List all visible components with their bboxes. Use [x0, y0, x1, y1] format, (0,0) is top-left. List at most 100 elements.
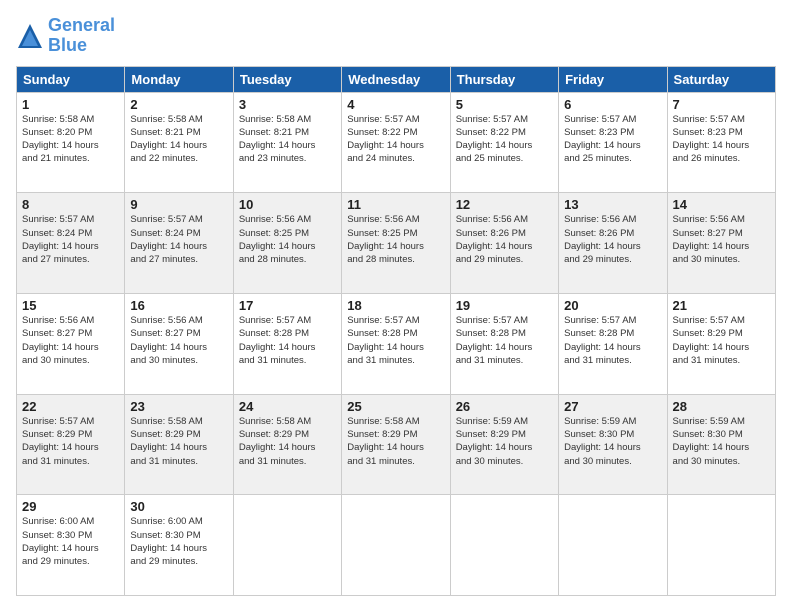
day-info: Sunrise: 5:56 AM Sunset: 8:27 PM Dayligh…	[22, 314, 119, 367]
day-info: Sunrise: 5:59 AM Sunset: 8:29 PM Dayligh…	[456, 415, 553, 468]
day-info: Sunrise: 6:00 AM Sunset: 8:30 PM Dayligh…	[130, 515, 227, 568]
calendar-cell: 14Sunrise: 5:56 AM Sunset: 8:27 PM Dayli…	[667, 193, 775, 294]
day-info: Sunrise: 5:57 AM Sunset: 8:29 PM Dayligh…	[673, 314, 770, 367]
logo-text: General Blue	[48, 16, 115, 56]
calendar-cell	[450, 495, 558, 596]
day-info: Sunrise: 5:58 AM Sunset: 8:21 PM Dayligh…	[239, 113, 336, 166]
day-number: 19	[456, 298, 553, 313]
day-info: Sunrise: 5:56 AM Sunset: 8:25 PM Dayligh…	[347, 213, 444, 266]
day-number: 25	[347, 399, 444, 414]
day-info: Sunrise: 5:57 AM Sunset: 8:23 PM Dayligh…	[673, 113, 770, 166]
day-number: 4	[347, 97, 444, 112]
calendar-cell	[559, 495, 667, 596]
weekday-header-sunday: Sunday	[17, 66, 125, 92]
calendar-cell: 23Sunrise: 5:58 AM Sunset: 8:29 PM Dayli…	[125, 394, 233, 495]
day-info: Sunrise: 5:58 AM Sunset: 8:21 PM Dayligh…	[130, 113, 227, 166]
day-info: Sunrise: 5:56 AM Sunset: 8:26 PM Dayligh…	[564, 213, 661, 266]
day-info: Sunrise: 5:57 AM Sunset: 8:28 PM Dayligh…	[564, 314, 661, 367]
day-info: Sunrise: 5:57 AM Sunset: 8:22 PM Dayligh…	[347, 113, 444, 166]
calendar-week-5: 29 Sunrise: 6:00 AM Sunset: 8:30 PM Dayli…	[17, 495, 776, 596]
day-number: 23	[130, 399, 227, 414]
calendar-week-3: 15Sunrise: 5:56 AM Sunset: 8:27 PM Dayli…	[17, 293, 776, 394]
day-number: 18	[347, 298, 444, 313]
day-info: Sunrise: 5:57 AM Sunset: 8:28 PM Dayligh…	[239, 314, 336, 367]
calendar-table: SundayMondayTuesdayWednesdayThursdayFrid…	[16, 66, 776, 596]
page: General Blue SundayMondayTuesdayWednesda…	[0, 0, 792, 612]
calendar-cell: 17Sunrise: 5:57 AM Sunset: 8:28 PM Dayli…	[233, 293, 341, 394]
day-number: 20	[564, 298, 661, 313]
calendar-cell: 15Sunrise: 5:56 AM Sunset: 8:27 PM Dayli…	[17, 293, 125, 394]
day-info: Sunrise: 5:56 AM Sunset: 8:26 PM Dayligh…	[456, 213, 553, 266]
calendar-cell: 1Sunrise: 5:58 AM Sunset: 8:20 PM Daylig…	[17, 92, 125, 193]
day-info: Sunrise: 5:58 AM Sunset: 8:20 PM Dayligh…	[22, 113, 119, 166]
weekday-header-saturday: Saturday	[667, 66, 775, 92]
day-info: Sunrise: 5:57 AM Sunset: 8:24 PM Dayligh…	[22, 213, 119, 266]
weekday-header-row: SundayMondayTuesdayWednesdayThursdayFrid…	[17, 66, 776, 92]
logo-icon	[16, 22, 44, 50]
header: General Blue	[16, 16, 776, 56]
day-number: 8	[22, 197, 119, 212]
day-info: Sunrise: 5:57 AM Sunset: 8:28 PM Dayligh…	[456, 314, 553, 367]
day-number: 5	[456, 97, 553, 112]
day-info: Sunrise: 5:57 AM Sunset: 8:22 PM Dayligh…	[456, 113, 553, 166]
day-number: 21	[673, 298, 770, 313]
day-number: 30	[130, 499, 227, 514]
day-info: Sunrise: 5:57 AM Sunset: 8:24 PM Dayligh…	[130, 213, 227, 266]
calendar-cell: 24Sunrise: 5:58 AM Sunset: 8:29 PM Dayli…	[233, 394, 341, 495]
calendar-cell: 8Sunrise: 5:57 AM Sunset: 8:24 PM Daylig…	[17, 193, 125, 294]
day-number: 17	[239, 298, 336, 313]
calendar-cell: 6Sunrise: 5:57 AM Sunset: 8:23 PM Daylig…	[559, 92, 667, 193]
day-number: 26	[456, 399, 553, 414]
calendar-body: 1Sunrise: 5:58 AM Sunset: 8:20 PM Daylig…	[17, 92, 776, 595]
day-number: 29	[22, 499, 119, 514]
day-number: 22	[22, 399, 119, 414]
day-number: 15	[22, 298, 119, 313]
calendar-cell: 20Sunrise: 5:57 AM Sunset: 8:28 PM Dayli…	[559, 293, 667, 394]
day-number: 12	[456, 197, 553, 212]
day-number: 16	[130, 298, 227, 313]
calendar-cell: 19Sunrise: 5:57 AM Sunset: 8:28 PM Dayli…	[450, 293, 558, 394]
calendar-cell: 13Sunrise: 5:56 AM Sunset: 8:26 PM Dayli…	[559, 193, 667, 294]
day-info: Sunrise: 5:58 AM Sunset: 8:29 PM Dayligh…	[130, 415, 227, 468]
calendar-cell: 21Sunrise: 5:57 AM Sunset: 8:29 PM Dayli…	[667, 293, 775, 394]
day-number: 7	[673, 97, 770, 112]
day-number: 1	[22, 97, 119, 112]
weekday-header-thursday: Thursday	[450, 66, 558, 92]
calendar-cell: 10Sunrise: 5:56 AM Sunset: 8:25 PM Dayli…	[233, 193, 341, 294]
calendar-cell: 29Sunrise: 6:00 AM Sunset: 8:30 PM Dayli…	[17, 495, 125, 596]
day-number: 14	[673, 197, 770, 212]
calendar-cell: 22Sunrise: 5:57 AM Sunset: 8:29 PM Dayli…	[17, 394, 125, 495]
calendar-cell: 16Sunrise: 5:56 AM Sunset: 8:27 PM Dayli…	[125, 293, 233, 394]
day-number: 9	[130, 197, 227, 212]
day-info: Sunrise: 5:56 AM Sunset: 8:25 PM Dayligh…	[239, 213, 336, 266]
day-info: Sunrise: 5:59 AM Sunset: 8:30 PM Dayligh…	[673, 415, 770, 468]
calendar-cell: 9Sunrise: 5:57 AM Sunset: 8:24 PM Daylig…	[125, 193, 233, 294]
day-info: Sunrise: 5:57 AM Sunset: 8:29 PM Dayligh…	[22, 415, 119, 468]
day-number: 28	[673, 399, 770, 414]
day-number: 27	[564, 399, 661, 414]
calendar-cell: 18Sunrise: 5:57 AM Sunset: 8:28 PM Dayli…	[342, 293, 450, 394]
day-info: Sunrise: 5:56 AM Sunset: 8:27 PM Dayligh…	[673, 213, 770, 266]
calendar-cell: 11Sunrise: 5:56 AM Sunset: 8:25 PM Dayli…	[342, 193, 450, 294]
calendar-cell: 28Sunrise: 5:59 AM Sunset: 8:30 PM Dayli…	[667, 394, 775, 495]
calendar-cell	[667, 495, 775, 596]
calendar-cell: 25Sunrise: 5:58 AM Sunset: 8:29 PM Dayli…	[342, 394, 450, 495]
day-number: 13	[564, 197, 661, 212]
day-number: 10	[239, 197, 336, 212]
weekday-header-tuesday: Tuesday	[233, 66, 341, 92]
logo: General Blue	[16, 16, 115, 56]
weekday-header-friday: Friday	[559, 66, 667, 92]
calendar-cell: 30Sunrise: 6:00 AM Sunset: 8:30 PM Dayli…	[125, 495, 233, 596]
calendar-cell: 7Sunrise: 5:57 AM Sunset: 8:23 PM Daylig…	[667, 92, 775, 193]
day-number: 3	[239, 97, 336, 112]
calendar-cell	[342, 495, 450, 596]
day-info: Sunrise: 5:57 AM Sunset: 8:23 PM Dayligh…	[564, 113, 661, 166]
day-info: Sunrise: 5:58 AM Sunset: 8:29 PM Dayligh…	[347, 415, 444, 468]
weekday-header-wednesday: Wednesday	[342, 66, 450, 92]
day-info: Sunrise: 5:56 AM Sunset: 8:27 PM Dayligh…	[130, 314, 227, 367]
calendar-week-2: 8Sunrise: 5:57 AM Sunset: 8:24 PM Daylig…	[17, 193, 776, 294]
calendar-cell: 27Sunrise: 5:59 AM Sunset: 8:30 PM Dayli…	[559, 394, 667, 495]
calendar-cell	[233, 495, 341, 596]
calendar-week-1: 1Sunrise: 5:58 AM Sunset: 8:20 PM Daylig…	[17, 92, 776, 193]
calendar-week-4: 22Sunrise: 5:57 AM Sunset: 8:29 PM Dayli…	[17, 394, 776, 495]
